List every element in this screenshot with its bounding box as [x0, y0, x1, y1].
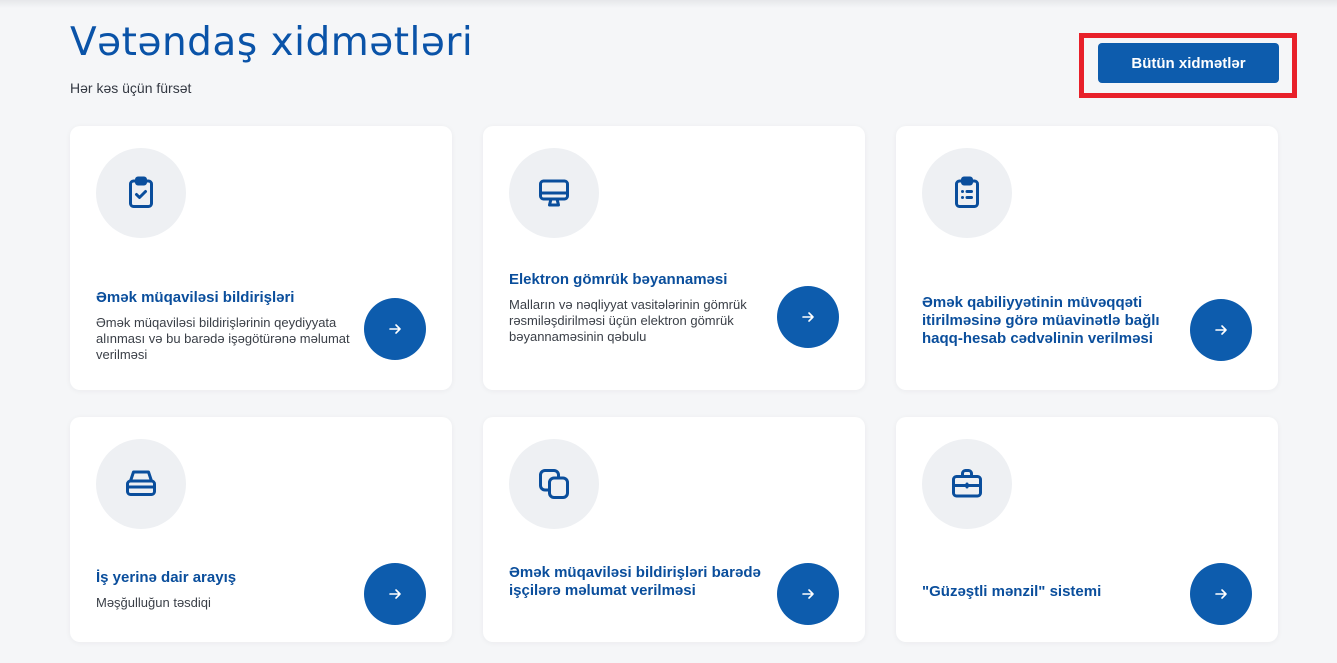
- open-service-button[interactable]: [1190, 563, 1252, 625]
- open-service-button[interactable]: [364, 298, 426, 360]
- card-description: Məşğulluğun təsdiqi: [96, 595, 211, 610]
- service-card[interactable]: Elektron gömrük bəyannaməsi Malların və …: [483, 126, 865, 390]
- copy-icon: [539, 469, 569, 499]
- card-text: Əmək müqaviləsi bildirişləri barədə işçi…: [509, 564, 765, 600]
- clipboard-list-icon: [955, 176, 979, 208]
- service-card[interactable]: Əmək müqaviləsi bildirişləri Əmək müqavi…: [70, 126, 452, 390]
- card-description: Malların və nəqliyyat vasitələrinin gömr…: [509, 297, 747, 344]
- arrow-right-icon: [389, 324, 401, 334]
- card-text: Elektron gömrük bəyannaməsi Malların və …: [509, 271, 765, 345]
- page-title: Vətəndaş xidmətləri: [70, 20, 474, 65]
- icon-circle: [509, 148, 599, 238]
- card-text: İş yerinə dair arayış Məşğulluğun təsdiq…: [96, 569, 352, 611]
- icon-circle: [922, 439, 1012, 529]
- service-card[interactable]: İş yerinə dair arayış Məşğulluğun təsdiq…: [70, 417, 452, 642]
- arrow-right-icon: [389, 589, 401, 599]
- inbox-tray-icon: [126, 470, 156, 496]
- arrow-right-icon: [1215, 589, 1227, 599]
- card-description: Əmək müqaviləsi bildirişlərinin qeydiyya…: [96, 315, 350, 362]
- arrow-right-icon: [802, 312, 814, 322]
- card-title[interactable]: Əmək müqaviləsi bildirişləri barədə işçi…: [509, 564, 765, 600]
- card-title[interactable]: "Güzəştli mənzil" sistemi: [922, 583, 1178, 601]
- card-title[interactable]: Elektron gömrük bəyannaməsi: [509, 271, 765, 289]
- arrow-right-icon: [1215, 325, 1227, 335]
- service-card[interactable]: Əmək qabiliyyətinin müvəqqəti itirilməsi…: [896, 126, 1278, 390]
- card-title[interactable]: İş yerinə dair arayış: [96, 569, 352, 587]
- all-services-button[interactable]: Bütün xidmətlər: [1098, 43, 1279, 83]
- briefcase-icon: [952, 469, 982, 498]
- icon-circle: [96, 148, 186, 238]
- card-title[interactable]: Əmək müqaviləsi bildirişləri: [96, 289, 352, 307]
- top-shadow: [0, 0, 1337, 8]
- open-service-button[interactable]: [777, 563, 839, 625]
- card-title[interactable]: Əmək qabiliyyətinin müvəqqəti itirilməsi…: [922, 294, 1178, 348]
- monitor-icon: [539, 179, 569, 207]
- card-text: "Güzəştli mənzil" sistemi: [922, 583, 1178, 601]
- card-text: Əmək müqaviləsi bildirişləri Əmək müqavi…: [96, 289, 352, 363]
- card-text: Əmək qabiliyyətinin müvəqqəti itirilməsi…: [922, 294, 1178, 348]
- service-card[interactable]: "Güzəştli mənzil" sistemi: [896, 417, 1278, 642]
- icon-circle: [922, 148, 1012, 238]
- arrow-right-icon: [802, 589, 814, 599]
- open-service-button[interactable]: [364, 563, 426, 625]
- clipboard-check-icon: [129, 176, 153, 208]
- page-subtitle: Hər kəs üçün fürsət: [70, 80, 192, 96]
- icon-circle: [509, 439, 599, 529]
- service-card[interactable]: Əmək müqaviləsi bildirişləri barədə işçi…: [483, 417, 865, 642]
- icon-circle: [96, 439, 186, 529]
- open-service-button[interactable]: [1190, 299, 1252, 361]
- open-service-button[interactable]: [777, 286, 839, 348]
